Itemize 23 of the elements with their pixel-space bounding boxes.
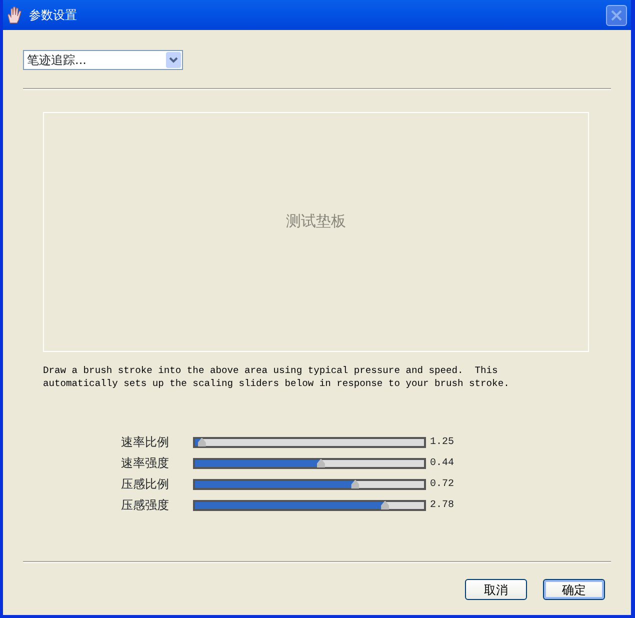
dialog-button[interactable]: 确定 xyxy=(543,579,605,600)
chevron-icon xyxy=(169,57,178,63)
slider-value: 0.72 xyxy=(430,478,454,492)
slider-track[interactable] xyxy=(193,436,426,448)
slider-track[interactable] xyxy=(193,478,426,490)
dialog-button[interactable]: 取消 xyxy=(465,579,527,600)
slider-value: 1.25 xyxy=(430,436,454,450)
slider-label: 压感强度 xyxy=(120,497,170,514)
close-icon xyxy=(610,8,623,22)
slider-thumb[interactable] xyxy=(381,500,390,510)
hand-icon xyxy=(7,6,23,24)
slider-track[interactable] xyxy=(193,500,426,510)
slider-value: 0.44 xyxy=(430,456,454,470)
slider-label: 压感比例 xyxy=(120,476,170,493)
slider-label: 速率比例 xyxy=(120,434,170,451)
slider-label: 速率强度 xyxy=(120,455,170,472)
slider-track[interactable] xyxy=(193,458,426,468)
dropdown[interactable]: 笔迹追踪... xyxy=(23,50,183,70)
window-title: 参数设置 xyxy=(29,7,77,24)
slider-thumb[interactable] xyxy=(351,480,360,488)
instructions-text: Draw a brush stroke into the above area using typical pressure and speed. This automatically sets up the scaling sliders below in response to your brush stroke. xyxy=(43,364,510,390)
pad-label: 测试垫板 xyxy=(286,210,346,232)
slider-value: 2.78 xyxy=(430,498,454,512)
